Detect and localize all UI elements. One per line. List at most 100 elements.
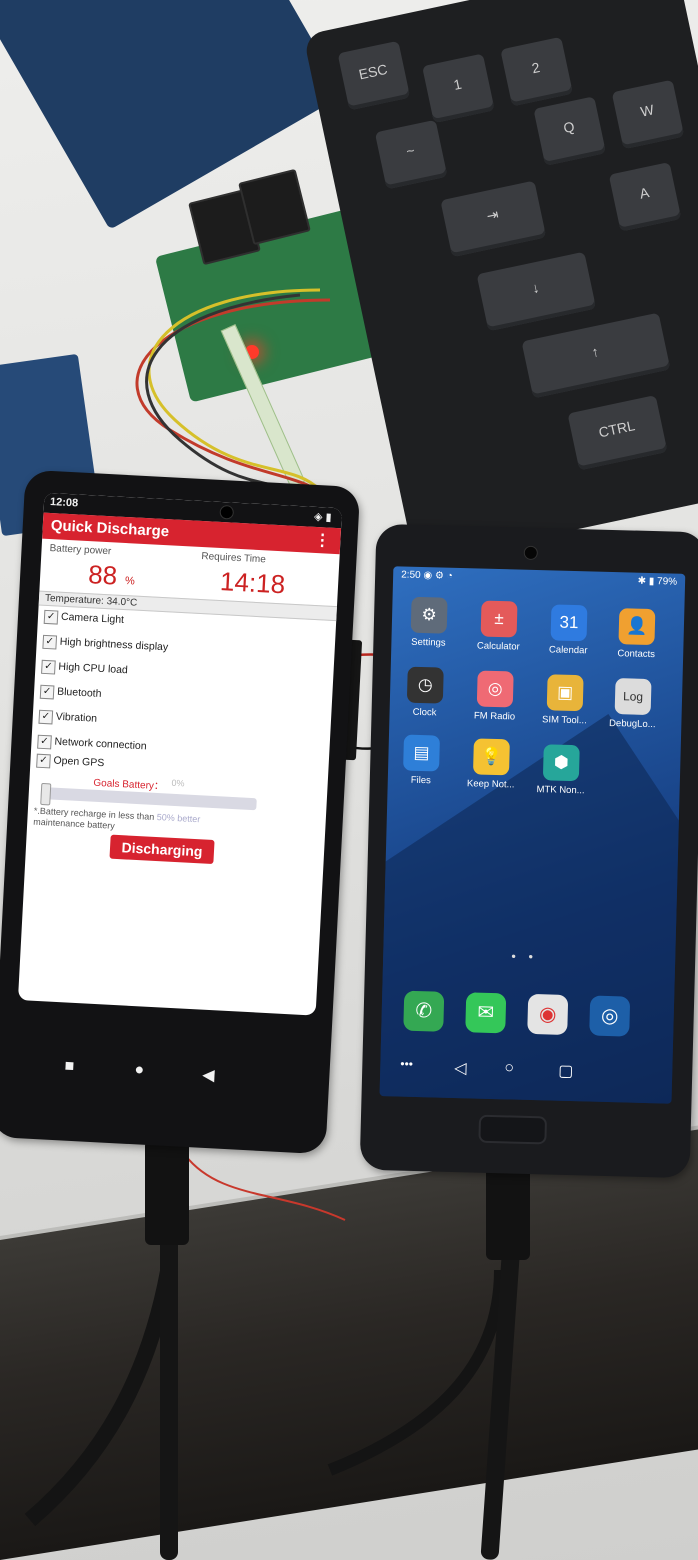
requires-time-value: 14:18 xyxy=(219,566,286,600)
battery-power-label: Battery power xyxy=(49,543,112,558)
page-indicator: ● ● xyxy=(511,951,539,962)
app-sim-toolkit[interactable]: ▣ SIM Tool... xyxy=(533,674,597,746)
settings-icon: ⚙ xyxy=(410,596,448,634)
menu-dots-icon[interactable]: ••• xyxy=(400,1057,413,1071)
option-label: High brightness display xyxy=(59,635,169,654)
app-contacts[interactable]: 👤 Contacts xyxy=(605,608,669,680)
checkbox[interactable]: ✓ xyxy=(36,753,51,769)
key: ⇥ xyxy=(440,180,547,258)
option-label: Bluetooth xyxy=(56,685,102,700)
recent-apps-icon[interactable]: ▢ xyxy=(558,1061,574,1081)
chrome-icon[interactable]: ◉ xyxy=(527,993,569,1035)
android-icon: ⬢ xyxy=(542,744,580,782)
camera-icon[interactable]: ◎ xyxy=(589,995,631,1037)
app-files[interactable]: ▤ Files xyxy=(389,734,453,806)
app-label: SIM Tool... xyxy=(541,714,587,727)
checkbox[interactable]: ✓ xyxy=(39,684,55,700)
status-time-text: 2:50 xyxy=(401,569,421,581)
messages-icon[interactable]: ✉ xyxy=(465,992,507,1034)
option-label: Open GPS xyxy=(53,754,105,770)
option-label: Camera Light xyxy=(60,610,125,627)
discharging-button[interactable]: Discharging xyxy=(109,834,215,865)
option-label: High CPU load xyxy=(58,660,129,677)
status-right: ✱ ▮ 79% xyxy=(637,576,677,588)
option-network-connection[interactable]: ✓ Network connection xyxy=(37,732,147,752)
app-debuglogger[interactable]: Log DebugLo... xyxy=(601,678,665,750)
key: W xyxy=(611,79,685,150)
app-label: Contacts xyxy=(617,648,656,661)
hardware-home-button[interactable] xyxy=(478,1114,548,1145)
app-calculator[interactable]: ± Calculator xyxy=(467,600,531,672)
checkbox[interactable]: ✓ xyxy=(41,659,56,675)
option-label: Vibration xyxy=(55,710,98,725)
status-time: 2:50 ◉ ⚙ ◔ xyxy=(401,569,453,581)
sim-card-icon: ▣ xyxy=(546,674,584,712)
key: A xyxy=(608,162,682,232)
app-settings[interactable]: ⚙ Settings xyxy=(397,596,461,668)
status-right-icons: ✱ ▮ xyxy=(637,575,655,588)
calendar-icon: 31 xyxy=(550,604,588,642)
key: 1 xyxy=(422,53,495,124)
option-bluetooth[interactable]: ✓ Bluetooth xyxy=(39,682,102,702)
contacts-icon: 👤 xyxy=(618,608,656,646)
clock-icon: ◷ xyxy=(406,666,444,704)
app-label: Keep Not... xyxy=(466,778,515,791)
key: ~ xyxy=(374,119,448,190)
phone-left: 12:08 ◈ ▮ Quick Discharge ⋮ Battery powe… xyxy=(0,469,361,1155)
app-fm-radio[interactable]: ◎ FM Radio xyxy=(463,670,527,742)
app-label: Calendar xyxy=(548,644,588,657)
requires-time-label: Requires Time xyxy=(201,551,267,566)
key: Q xyxy=(533,96,607,166)
key: ↑ xyxy=(521,312,671,399)
lightbulb-icon: 💡 xyxy=(472,738,510,776)
app-label: Calculator xyxy=(476,640,520,653)
checkbox[interactable]: ✓ xyxy=(38,709,54,725)
battery-power-value: 88 xyxy=(87,559,118,591)
checkbox[interactable]: ✓ xyxy=(37,734,52,750)
recent-apps-icon[interactable]: ■ xyxy=(64,1058,75,1076)
more-vert-icon[interactable]: ⋮ xyxy=(314,530,331,551)
app-clock[interactable]: ◷ Clock xyxy=(393,666,457,738)
home-icon[interactable]: ○ xyxy=(504,1059,514,1077)
app-label: FM Radio xyxy=(473,710,516,723)
option-open-gps[interactable]: ✓ Open GPS xyxy=(36,751,105,771)
app-label: Files xyxy=(410,774,431,787)
back-icon[interactable]: ◁ xyxy=(454,1058,467,1078)
status-bar: 2:50 ◉ ⚙ ◔ ✱ ▮ 79% xyxy=(393,566,685,590)
phone-icon[interactable]: ✆ xyxy=(403,990,445,1032)
phone-right-screen: 2:50 ◉ ⚙ ◔ ✱ ▮ 79% ⚙ Settings ± Calculat… xyxy=(379,566,686,1104)
recharge-note: *.Battery recharge in less than 50% bett… xyxy=(33,806,254,839)
battery-percentage: 79% xyxy=(656,576,678,588)
back-icon[interactable]: ◀ xyxy=(202,1065,215,1086)
app-calendar[interactable]: 31 Calendar xyxy=(537,604,601,676)
usb-plug xyxy=(145,1140,189,1245)
option-camera-light[interactable]: ✓ Camera Light xyxy=(43,607,124,627)
home-icon[interactable]: ● xyxy=(134,1061,145,1079)
app-title: Quick Discharge xyxy=(50,517,170,541)
status-left-icons: ◉ ⚙ ◔ xyxy=(423,570,453,582)
app-label: Clock xyxy=(412,706,437,719)
app-keep-notes[interactable]: 💡 Keep Not... xyxy=(459,738,523,810)
checkbox[interactable]: ✓ xyxy=(43,609,59,625)
front-camera xyxy=(219,504,235,520)
battery-power-unit: % xyxy=(124,575,136,588)
app-label: Settings xyxy=(411,636,446,649)
radio-icon: ◎ xyxy=(476,670,514,708)
log-icon: Log xyxy=(614,678,652,716)
key: ESC xyxy=(337,40,411,111)
checkbox[interactable]: ✓ xyxy=(42,634,58,650)
status-icons: ◈ ▮ xyxy=(313,510,332,524)
option-high-cpu-load[interactable]: ✓ High CPU load xyxy=(41,657,128,677)
app-mtk-nonet[interactable]: ⬢ MTK Non... xyxy=(529,744,593,816)
note-hint: 50% better xyxy=(156,812,201,825)
folder-icon: ▤ xyxy=(403,734,440,772)
slider-thumb[interactable] xyxy=(40,782,52,806)
option-high-brightness[interactable]: ✓ High brightness display xyxy=(42,632,168,653)
status-time: 12:08 xyxy=(49,496,79,510)
option-vibration[interactable]: ✓ Vibration xyxy=(38,707,97,727)
key: CTRL xyxy=(567,394,668,471)
temperature-text: Temperature: 34.0°C xyxy=(44,592,138,609)
calculator-icon: ± xyxy=(480,600,518,638)
key: 2 xyxy=(500,36,574,107)
goals-battery-value: 0% xyxy=(171,777,185,789)
